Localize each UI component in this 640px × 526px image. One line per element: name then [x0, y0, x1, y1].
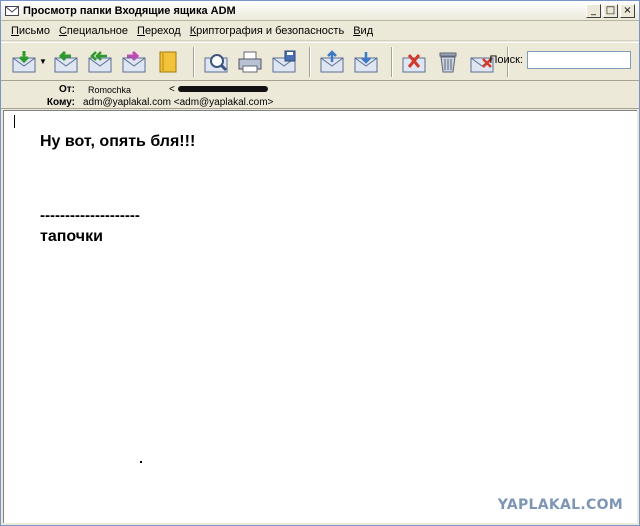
- delete-button[interactable]: [433, 47, 463, 77]
- message-line-1: Ну вот, опять бля!!!: [40, 133, 196, 150]
- text-caret: [14, 115, 15, 128]
- toolbar: ▼ Поиск:: [1, 42, 639, 81]
- menu-view-accel: В: [353, 25, 361, 37]
- chevron-down-icon[interactable]: ▼: [39, 57, 47, 66]
- search-area: Поиск:: [489, 51, 631, 69]
- menu-special[interactable]: Специальное: [59, 25, 128, 37]
- from-email[interactable]: <: [169, 84, 268, 95]
- forward-icon: [122, 50, 146, 72]
- menu-letter[interactable]: Письмо: [11, 25, 50, 37]
- previous-button[interactable]: [317, 47, 347, 77]
- from-email-bracket: <: [169, 84, 175, 95]
- to-label: Кому:: [46, 97, 75, 108]
- toolbar-separator: [390, 46, 393, 77]
- title-bar[interactable]: Просмотр папки Входящие ящика ADM _ □ ×: [1, 1, 639, 21]
- menu-view-label: ид: [360, 25, 374, 37]
- menu-letter-label: исьмо: [18, 25, 50, 37]
- mail-window: Просмотр папки Входящие ящика ADM _ □ × …: [0, 0, 640, 526]
- get-mail-button[interactable]: [9, 47, 39, 77]
- printer-icon: [238, 51, 262, 72]
- save-button[interactable]: [269, 47, 299, 77]
- watermark-logo: YAPLAKAL.COM: [497, 497, 623, 513]
- previous-icon: [320, 49, 344, 72]
- menu-crypto-label: риптография и безопасность: [196, 25, 345, 37]
- maximize-button[interactable]: □: [603, 4, 618, 18]
- magnifier-icon: [204, 53, 228, 72]
- write-button[interactable]: [153, 47, 183, 77]
- menu-bar: Письмо Специальное Переход Криптография …: [1, 22, 639, 41]
- menu-view[interactable]: Вид: [353, 25, 373, 37]
- menu-go-label: ереход: [144, 25, 181, 37]
- next-icon: [354, 51, 378, 72]
- to-value[interactable]: adm@yaplakal.com <adm@yaplakal.com>: [83, 97, 273, 108]
- print-button[interactable]: [235, 47, 265, 77]
- message-body[interactable]: Ну вот, опять бля!!! -------------------…: [3, 110, 637, 523]
- reply-button[interactable]: [51, 47, 81, 77]
- menu-special-accel: С: [58, 25, 67, 37]
- from-label: От:: [58, 84, 75, 95]
- from-row: От: Romochka <: [1, 83, 268, 96]
- menu-letter-accel: П: [11, 25, 19, 37]
- save-mail-icon: [272, 50, 296, 72]
- message-headers: От: Romochka < Кому: adm@yaplakal.com <a…: [1, 82, 639, 109]
- reply-icon: [54, 50, 78, 72]
- search-input[interactable]: [527, 51, 631, 69]
- window-title: Просмотр папки Входящие ящика ADM: [23, 4, 236, 17]
- window-controls: _ □ ×: [586, 4, 635, 18]
- menu-go-accel: П: [137, 25, 145, 37]
- reply-all-icon: [88, 50, 112, 72]
- forward-button[interactable]: [119, 47, 149, 77]
- to-row: Кому: adm@yaplakal.com <adm@yaplakal.com…: [1, 96, 274, 109]
- envelope-icon: [5, 5, 19, 17]
- message-line-2: --------------------: [40, 207, 140, 224]
- stray-dot: [140, 461, 142, 463]
- junk-icon: [402, 53, 426, 72]
- toolbar-separator: [192, 46, 195, 77]
- toolbar-separator: [308, 46, 311, 77]
- close-button[interactable]: ×: [620, 4, 635, 18]
- find-button[interactable]: [201, 47, 231, 77]
- next-button[interactable]: [351, 47, 381, 77]
- minimize-button[interactable]: _: [586, 4, 601, 18]
- reply-all-button[interactable]: [85, 47, 115, 77]
- get-mail-icon: [12, 50, 36, 72]
- write-icon: [159, 51, 177, 72]
- menu-special-label: пециальное: [66, 25, 129, 37]
- trash-icon: [439, 52, 457, 72]
- menu-go[interactable]: Переход: [137, 25, 181, 37]
- junk-button[interactable]: [399, 47, 429, 77]
- message-line-3: тапочки: [40, 228, 103, 245]
- search-label: Поиск:: [489, 54, 523, 66]
- redacted-email: [177, 86, 268, 93]
- from-name[interactable]: Romochka: [88, 85, 131, 95]
- menu-crypto[interactable]: Криптография и безопасность: [190, 25, 344, 37]
